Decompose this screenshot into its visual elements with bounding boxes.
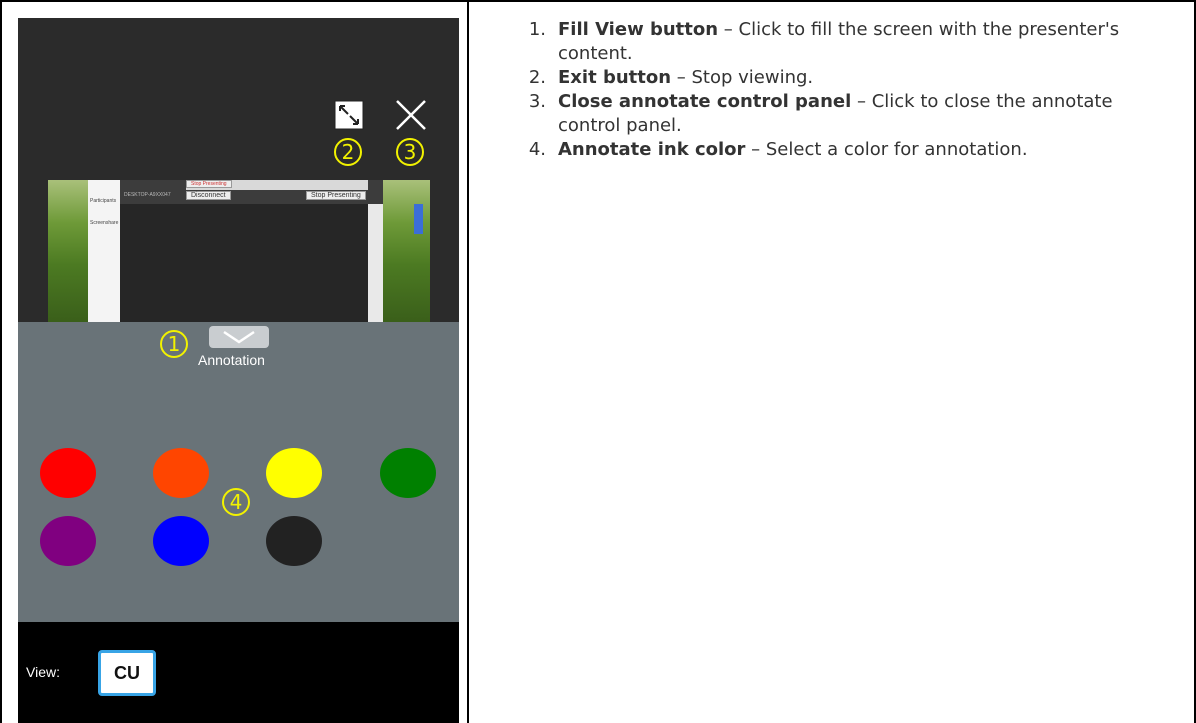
viewer-screenshot: 2 3 Participants Screenshare DESKTOP-A9X… xyxy=(18,18,459,723)
device-name: DESKTOP-A9XX047 xyxy=(124,192,171,198)
table-border-left xyxy=(0,0,2,723)
presenter-toolbar: Stop Presenting xyxy=(186,180,368,190)
stop-presenting-button[interactable]: Stop Presenting xyxy=(306,191,366,200)
app-window: Participants Screenshare DESKTOP-A9XX047… xyxy=(88,180,423,322)
close-icon xyxy=(396,100,426,130)
close-annotate-panel-button[interactable] xyxy=(209,326,269,348)
view-label: View: xyxy=(26,664,60,680)
app-scroll-accent xyxy=(414,204,423,234)
table-divider xyxy=(467,0,469,723)
sidebar-item-participants: Participants xyxy=(90,198,117,204)
ink-color-yellow[interactable] xyxy=(266,448,322,498)
list-item-text: – Select a color for annotation. xyxy=(745,139,1028,160)
view-mode-button[interactable]: CU xyxy=(98,650,156,696)
view-bar: View: CU xyxy=(18,622,459,723)
list-item-text: – Stop viewing. xyxy=(671,67,814,88)
callout-3: 3 xyxy=(396,138,424,166)
list-item-title: Close annotate control panel xyxy=(558,91,852,112)
presenter-viewer: 2 3 Participants Screenshare DESKTOP-A9X… xyxy=(18,18,459,322)
list-item-number: 3. xyxy=(528,91,546,112)
annotation-panel: 1 Annotation 4 xyxy=(18,322,459,622)
list-item-number: 4. xyxy=(528,139,546,160)
description-list: 1. Fill View button – Click to fill the … xyxy=(506,18,1166,162)
shared-content-thumbnail: Participants Screenshare DESKTOP-A9XX047… xyxy=(48,180,430,322)
list-item-title: Fill View button xyxy=(558,19,719,40)
app-sidebar: Participants Screenshare xyxy=(88,180,121,322)
list-item-number: 1. xyxy=(528,19,546,40)
callout-1: 1 xyxy=(160,330,188,358)
callout-4: 4 xyxy=(222,488,250,516)
disconnect-button[interactable]: Disconnect xyxy=(186,191,231,200)
fill-view-icon xyxy=(334,100,364,130)
sidebar-item-screenshare: Screenshare xyxy=(90,220,119,226)
callout-2: 2 xyxy=(334,138,362,166)
fill-view-button[interactable] xyxy=(334,100,364,130)
ink-color-orange[interactable] xyxy=(153,448,209,498)
list-item: 2. Exit button – Stop viewing. xyxy=(506,66,1166,90)
table-border-top xyxy=(0,0,1196,2)
exit-button[interactable] xyxy=(394,98,428,132)
ink-color-purple[interactable] xyxy=(40,516,96,566)
ink-color-black[interactable] xyxy=(266,516,322,566)
app-content xyxy=(120,204,368,322)
ink-color-red[interactable] xyxy=(40,448,96,498)
ink-color-blue[interactable] xyxy=(153,516,209,566)
list-item: 4. Annotate ink color – Select a color f… xyxy=(506,138,1166,162)
stop-presenting-small[interactable]: Stop Presenting xyxy=(186,180,232,188)
list-item-number: 2. xyxy=(528,67,546,88)
list-item: 1. Fill View button – Click to fill the … xyxy=(506,18,1166,66)
list-item-title: Exit button xyxy=(558,67,672,88)
list-item-title: Annotate ink color xyxy=(558,139,746,160)
list-item: 3. Close annotate control panel – Click … xyxy=(506,90,1166,138)
annotation-label: Annotation xyxy=(198,352,265,368)
chevron-down-icon xyxy=(223,330,255,344)
ink-color-green[interactable] xyxy=(380,448,436,498)
